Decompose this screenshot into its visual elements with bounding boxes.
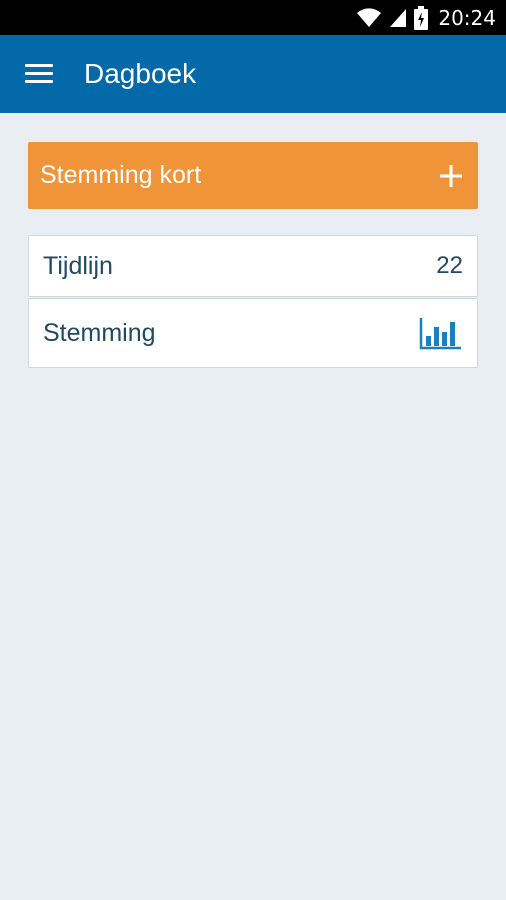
timeline-item[interactable]: Tijdlijn 22 bbox=[28, 235, 478, 297]
timeline-count: 22 bbox=[436, 252, 463, 279]
timeline-label: Tijdlijn bbox=[43, 251, 113, 280]
signal-icon bbox=[390, 8, 407, 27]
quick-mood-label: Stemming kort bbox=[40, 161, 202, 189]
mood-label: Stemming bbox=[43, 318, 156, 347]
menu-button[interactable] bbox=[0, 35, 78, 113]
page-title: Dagboek bbox=[84, 58, 197, 89]
status-time: 20:24 bbox=[438, 5, 496, 30]
quick-mood-button[interactable]: Stemming kort bbox=[28, 142, 478, 209]
plus-icon bbox=[440, 164, 462, 187]
app-bar: Dagboek bbox=[0, 35, 506, 113]
battery-icon bbox=[414, 5, 429, 30]
mood-item[interactable]: Stemming bbox=[28, 298, 478, 368]
bar-chart-icon bbox=[419, 318, 461, 350]
status-bar: 20:24 bbox=[0, 0, 506, 35]
main-content: Stemming kort Tijdlijn 22 Stemming bbox=[28, 142, 478, 368]
wifi-icon bbox=[357, 7, 382, 27]
hamburger-icon bbox=[25, 64, 53, 84]
